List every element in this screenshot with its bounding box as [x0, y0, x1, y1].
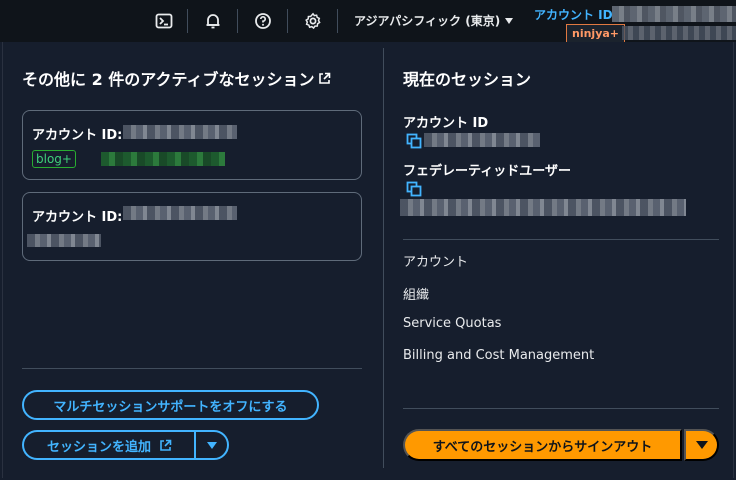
topbar-separator	[187, 9, 188, 33]
section-divider	[403, 408, 719, 409]
redacted-federated-user	[400, 199, 686, 216]
account-id-label: アカウント ID	[403, 116, 489, 131]
redacted-session-name	[27, 234, 101, 247]
menu-item-account[interactable]: アカウント	[403, 251, 468, 270]
region-selector[interactable]: アジアパシフィック (東京)	[354, 12, 514, 29]
current-session-heading: 現在のセッション	[403, 70, 532, 89]
account-menu-label[interactable]: アカウント ID	[534, 6, 613, 23]
add-session-button[interactable]: セッションを追加	[22, 430, 195, 460]
redacted-account-id	[612, 6, 736, 22]
caret-down-icon	[505, 18, 514, 24]
add-session-dropdown-button[interactable]	[194, 430, 229, 460]
add-session-label: セッションを追加	[46, 438, 151, 454]
redacted-account-id	[123, 125, 237, 139]
cloudshell-icon[interactable]	[153, 10, 175, 32]
region-label: アジアパシフィック (東京)	[354, 14, 501, 28]
redacted-session-name	[101, 152, 225, 166]
gear-icon[interactable]	[302, 10, 324, 32]
topbar-separator	[237, 9, 238, 33]
redacted-session-info	[622, 26, 736, 40]
caret-down-icon	[695, 441, 708, 449]
bell-icon[interactable]	[202, 10, 224, 32]
caret-down-icon	[206, 441, 217, 449]
menu-item-billing[interactable]: Billing and Cost Management	[403, 348, 594, 363]
redacted-account-id	[123, 206, 237, 220]
other-sessions-heading: その他に 2 件のアクティブなセッション	[22, 66, 331, 90]
session-badge: blog+	[32, 150, 76, 168]
section-divider	[22, 368, 362, 369]
sign-out-all-sessions-button[interactable]: すべてのセッションからサインアウト	[403, 429, 682, 461]
topbar-separator	[337, 9, 338, 33]
federated-user-label: フェデレーティッドユーザー	[403, 164, 571, 179]
copy-icon[interactable]	[406, 181, 422, 197]
redacted-account-id	[424, 133, 540, 147]
top-navigation-bar: アジアパシフィック (東京) アカウント ID ninjya+	[0, 0, 736, 42]
sign-out-dropdown-button[interactable]	[684, 429, 719, 461]
other-sessions-heading-text: その他に 2 件のアクティブなセッション	[22, 70, 315, 89]
section-divider	[403, 239, 719, 240]
external-link-icon[interactable]	[318, 72, 331, 85]
session-card-account-label: アカウント ID:	[32, 210, 123, 225]
help-icon[interactable]	[252, 10, 274, 32]
disable-multi-session-button[interactable]: マルチセッションサポートをオフにする	[22, 390, 319, 420]
session-card-account-label: アカウント ID:	[32, 128, 123, 143]
session-badge[interactable]: ninjya+	[566, 24, 626, 42]
column-divider	[383, 48, 384, 468]
copy-icon[interactable]	[406, 133, 422, 149]
external-link-icon	[160, 439, 172, 451]
menu-item-service-quotas[interactable]: Service Quotas	[403, 316, 501, 331]
topbar-separator	[287, 9, 288, 33]
session-card[interactable]: アカウント ID:	[22, 192, 362, 261]
session-card[interactable]: アカウント ID: blog+	[22, 110, 362, 180]
menu-item-organizations[interactable]: 組織	[403, 284, 429, 303]
